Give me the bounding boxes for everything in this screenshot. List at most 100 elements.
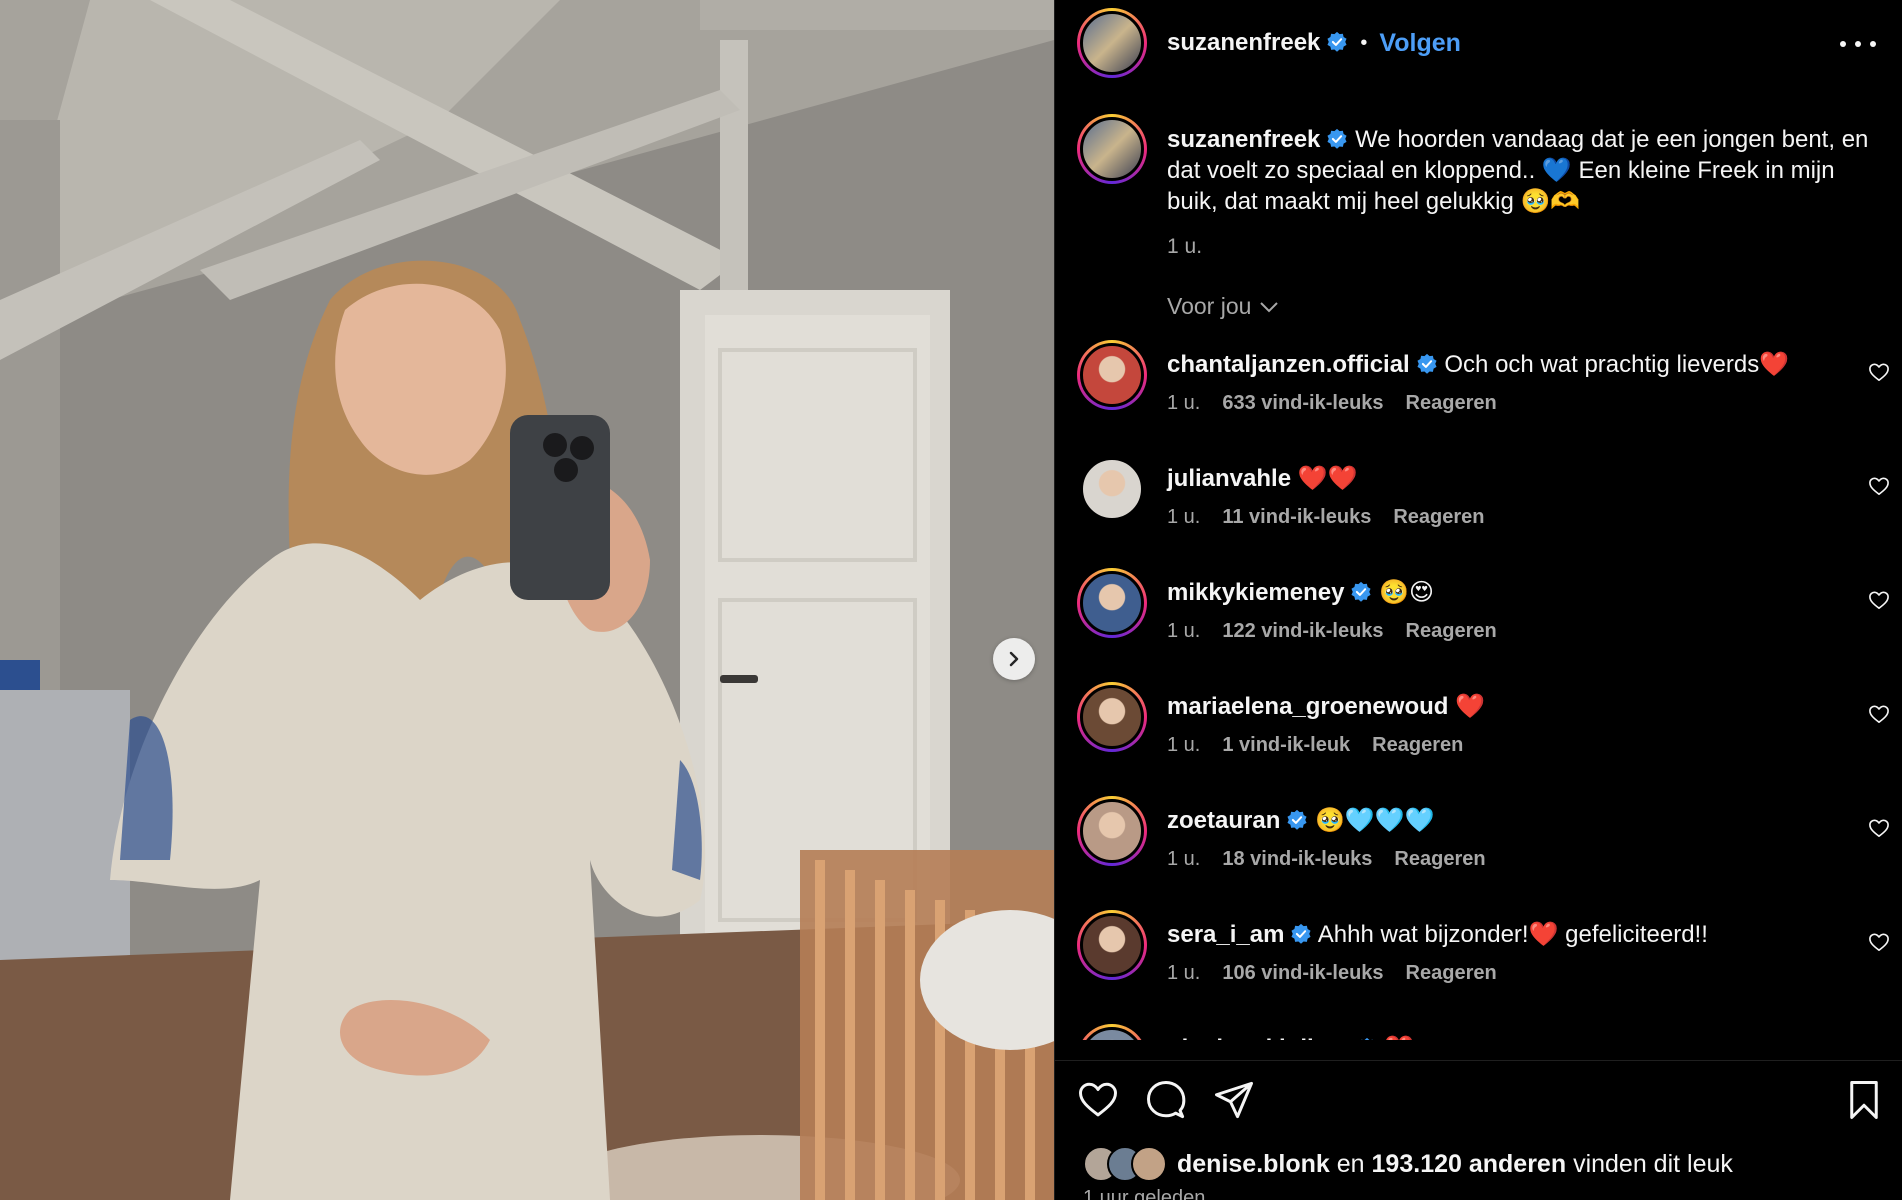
comment-time: 1 u. bbox=[1167, 620, 1201, 642]
verified-badge-icon bbox=[1327, 31, 1347, 52]
liker-avatar bbox=[1131, 1146, 1167, 1182]
comment-line: mikkykiemeney 🥹😍 bbox=[1167, 578, 1497, 608]
likes-suffix: vinden dit leuk bbox=[1573, 1149, 1733, 1178]
comment-username[interactable]: chantaljanzen.official bbox=[1167, 351, 1410, 378]
comment-reply-button[interactable]: Reageren bbox=[1372, 734, 1463, 757]
comment-avatar[interactable] bbox=[1077, 1024, 1147, 1040]
comment-meta: 1 u. 122 vind-ik-leuks Reageren bbox=[1167, 620, 1497, 643]
verified-badge-icon bbox=[1327, 128, 1347, 149]
comment-reply-button[interactable]: Reageren bbox=[1393, 506, 1484, 529]
follow-button[interactable]: Volgen bbox=[1379, 29, 1460, 58]
separator-dot: • bbox=[1360, 31, 1368, 54]
comment-avatar[interactable] bbox=[1077, 796, 1147, 866]
comments-list: chantaljanzen.official Och och wat prach… bbox=[1077, 340, 1902, 1040]
carousel-next-button[interactable] bbox=[993, 638, 1035, 680]
comment-avatar[interactable] bbox=[1077, 910, 1147, 980]
comment-row: nicoletteklujiver ❤️ bbox=[1077, 1024, 1902, 1040]
comment-like-heart-icon[interactable] bbox=[1868, 362, 1890, 382]
comment-avatar-image bbox=[1080, 457, 1144, 521]
comment-like-heart-icon[interactable] bbox=[1868, 932, 1890, 952]
comment-like-heart-icon[interactable] bbox=[1868, 704, 1890, 724]
chevron-down-icon bbox=[1260, 301, 1279, 312]
comment-avatar-image bbox=[1080, 913, 1144, 977]
caption-text-block: suzanenfreek We hoorden vandaag dat je e… bbox=[1167, 114, 1872, 262]
comment-like-count[interactable]: 11 vind-ik-leuks bbox=[1222, 506, 1371, 529]
comment-reply-button[interactable]: Reageren bbox=[1406, 620, 1497, 643]
comment-like-heart-icon[interactable] bbox=[1868, 476, 1890, 496]
comment-text: 🥹🩵🩵🩵 bbox=[1315, 807, 1435, 834]
comment-avatar[interactable] bbox=[1077, 454, 1147, 524]
more-options-icon[interactable] bbox=[1840, 32, 1876, 56]
comment-meta: 1 u. 1 vind-ik-leuk Reageren bbox=[1167, 734, 1485, 757]
post-timestamp: 1 uur geleden bbox=[1083, 1187, 1206, 1200]
post-photo bbox=[0, 0, 1054, 1200]
comment-reply-button[interactable]: Reageren bbox=[1406, 962, 1497, 985]
comment-row: mariaelena_groenewoud ❤️ 1 u. 1 vind-ik-le… bbox=[1077, 682, 1902, 796]
comment-body: chantaljanzen.official Och och wat prach… bbox=[1167, 340, 1789, 415]
caption-author-avatar[interactable] bbox=[1077, 114, 1147, 184]
comment-sort-label: Voor jou bbox=[1167, 293, 1252, 319]
verified-badge-icon bbox=[1291, 923, 1311, 944]
comment-like-count[interactable]: 18 vind-ik-leuks bbox=[1222, 848, 1372, 871]
comment-body: mariaelena_groenewoud ❤️ 1 u. 1 vind-ik-le… bbox=[1167, 682, 1485, 757]
post-caption: suzanenfreek We hoorden vandaag dat je e… bbox=[1077, 114, 1872, 262]
author-username[interactable]: suzanenfreek bbox=[1167, 29, 1348, 57]
likes-joiner: en bbox=[1336, 1149, 1365, 1178]
comment-line: julianvahle ❤️❤️ bbox=[1167, 464, 1484, 494]
comment-username[interactable]: sera_i_am bbox=[1167, 921, 1284, 948]
comment-text: Ahhh wat bijzonder!❤️ gefeliciteerd!! bbox=[1317, 921, 1708, 948]
comment-avatar[interactable] bbox=[1077, 682, 1147, 752]
comment-username[interactable]: julianvahle bbox=[1167, 465, 1291, 492]
share-paper-plane-icon[interactable] bbox=[1213, 1079, 1255, 1121]
likes-first-user[interactable]: denise.blonk bbox=[1177, 1150, 1330, 1178]
comment-meta: 1 u. 18 vind-ik-leuks Reageren bbox=[1167, 848, 1486, 871]
comment-row: chantaljanzen.official Och och wat prach… bbox=[1077, 340, 1902, 454]
author-avatar[interactable] bbox=[1077, 8, 1147, 78]
comment-avatar-image bbox=[1080, 571, 1144, 635]
verified-badge-icon bbox=[1287, 809, 1307, 830]
comment-body: mikkykiemeney 🥹😍 1 u. 122 vind-ik-leuks Rea… bbox=[1167, 568, 1497, 643]
comment-row: sera_i_am Ahhh wat bijzonder!❤️ gefelici… bbox=[1077, 910, 1902, 1024]
comment-username[interactable]: mikkykiemeney bbox=[1167, 579, 1344, 606]
comment-text: ❤️❤️ bbox=[1297, 465, 1358, 492]
comment-username[interactable]: mariaelena_groenewoud bbox=[1167, 693, 1448, 720]
save-bookmark-icon[interactable] bbox=[1843, 1079, 1885, 1121]
comment-username[interactable]: zoetauran bbox=[1167, 807, 1280, 834]
comment-like-count[interactable]: 1 vind-ik-leuk bbox=[1222, 734, 1350, 757]
comment-avatar-image bbox=[1080, 1027, 1144, 1040]
likes-text[interactable]: denise.blonk en 193.120 anderen vinden d… bbox=[1177, 1150, 1733, 1179]
comment-reply-button[interactable]: Reageren bbox=[1394, 848, 1485, 871]
verified-badge-icon bbox=[1351, 581, 1372, 602]
comment-sort-dropdown[interactable]: Voor jou bbox=[1167, 293, 1279, 320]
comment-avatar[interactable] bbox=[1077, 340, 1147, 410]
comment-line: zoetauran 🥹🩵🩵🩵 bbox=[1167, 806, 1486, 836]
comment-like-heart-icon[interactable] bbox=[1868, 818, 1890, 838]
comment-time: 1 u. bbox=[1167, 962, 1201, 984]
comment-line: sera_i_am Ahhh wat bijzonder!❤️ gefelici… bbox=[1167, 920, 1708, 950]
likes-summary: denise.blonk en 193.120 anderen vinden d… bbox=[1083, 1146, 1733, 1182]
comment-row: zoetauran 🥹🩵🩵🩵 1 u. 18 vind-ik-leuks Reager… bbox=[1077, 796, 1902, 910]
comment-body: sera_i_am Ahhh wat bijzonder!❤️ gefelici… bbox=[1167, 910, 1708, 985]
comment-text: 🥹😍 bbox=[1379, 579, 1435, 606]
comment-like-heart-icon[interactable] bbox=[1868, 590, 1890, 610]
like-heart-icon[interactable] bbox=[1077, 1079, 1119, 1121]
comment-body: julianvahle ❤️❤️ 1 u. 11 vind-ik-leuks Reag… bbox=[1167, 454, 1484, 529]
comment-like-count[interactable]: 122 vind-ik-leuks bbox=[1222, 620, 1383, 643]
comment-line: nicoletteklujiver ❤️ bbox=[1167, 1034, 1414, 1040]
likes-count[interactable]: 193.120 anderen bbox=[1372, 1150, 1567, 1178]
comment-avatar[interactable] bbox=[1077, 568, 1147, 638]
comment-reply-button[interactable]: Reageren bbox=[1406, 392, 1497, 415]
comment-text: ❤️ bbox=[1455, 693, 1485, 720]
comment-bubble-icon[interactable] bbox=[1145, 1079, 1187, 1121]
comment-username[interactable]: nicoletteklujiver bbox=[1167, 1035, 1350, 1040]
post-header: suzanenfreek • Volgen bbox=[1077, 8, 1882, 78]
caption-time: 1 u. bbox=[1167, 235, 1203, 258]
comment-like-count[interactable]: 106 vind-ik-leuks bbox=[1222, 962, 1383, 985]
comment-text: Och och wat prachtig lieverds❤️ bbox=[1444, 351, 1790, 378]
verified-badge-icon bbox=[1360, 1037, 1373, 1040]
caption-author-name[interactable]: suzanenfreek bbox=[1167, 126, 1320, 153]
author-name-text[interactable]: suzanenfreek bbox=[1167, 29, 1320, 56]
comment-like-count[interactable]: 633 vind-ik-leuks bbox=[1222, 392, 1383, 415]
verified-badge-icon bbox=[1417, 353, 1437, 374]
comment-meta: 1 u. 11 vind-ik-leuks Reageren bbox=[1167, 506, 1484, 529]
